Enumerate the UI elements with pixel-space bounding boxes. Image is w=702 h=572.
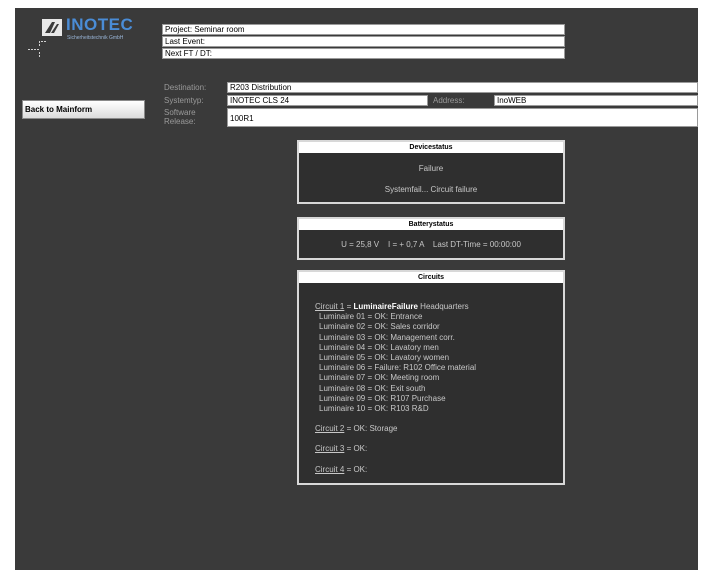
software-release-value: 100R1 <box>230 114 254 123</box>
circuit-1-location: Headquarters <box>417 302 469 311</box>
luminaire-list: Luminaire 01 = OK: Entrance Luminaire 02… <box>315 312 476 414</box>
logo-dots-graphic <box>28 41 46 57</box>
luminaire-row: Luminaire 02 = OK: Sales corridor <box>319 322 440 332</box>
circuit-4-link[interactable]: Circuit 4 <box>315 465 344 474</box>
luminaire-row: Luminaire 01 = OK: Entrance <box>319 312 423 322</box>
luminaire-row: Luminaire 04 = OK: Lavatory men <box>319 342 439 352</box>
circuit-2-link[interactable]: Circuit 2 <box>315 424 344 433</box>
circuit-3-link[interactable]: Circuit 3 <box>315 444 344 453</box>
project-field: Project: Seminar room <box>162 24 565 35</box>
device-status-text: Failure <box>418 164 444 173</box>
batterystatus-panel: Batterystatus U = 25,8 V I = + 0,7 A Las… <box>297 217 565 260</box>
brand-name: INOTEC <box>66 15 134 34</box>
destination-label: Destination: <box>164 83 207 92</box>
circuit-2-status: = OK: Storage <box>344 424 398 434</box>
software-release-field: 100R1 <box>227 108 698 127</box>
luminaire-row: Luminaire 09 = OK: R107 Purchase <box>319 393 446 403</box>
devicestatus-title: Devicestatus <box>299 142 563 153</box>
circuit-1-link[interactable]: Circuit 1 <box>315 302 344 311</box>
systemtyp-label: Systemtyp: <box>164 96 204 105</box>
release-label: Release: <box>164 117 196 126</box>
last-event-field: Last Event: <box>162 36 565 47</box>
systemtyp-field: INOTEC CLS 24 <box>227 95 428 106</box>
destination-field: R203 Distribution <box>227 82 698 93</box>
address-field: InoWEB <box>494 95 698 106</box>
device-status-detail: Systemfail... Circuit failure <box>384 185 478 194</box>
next-ft-field: Next FT / DT: <box>162 48 565 59</box>
back-to-mainform-button[interactable]: Back to Mainform <box>22 100 145 119</box>
circuit-2-row: Circuit 2 = OK: Storage <box>315 424 476 434</box>
batterystatus-title: Batterystatus <box>299 219 563 230</box>
circuits-list: Circuit 1 = LuminaireFailure Headquarter… <box>315 302 476 475</box>
luminaire-row: Luminaire 03 = OK: Management corr. <box>319 332 455 342</box>
luminaire-row: Luminaire 08 = OK: Exit south <box>319 383 426 393</box>
software-label: Software <box>164 108 196 117</box>
luminaire-row: Luminaire 05 = OK: Lavatory women <box>319 353 450 363</box>
luminaire-row: Luminaire 06 = Failure: R102 Office mate… <box>319 363 477 373</box>
circuits-title: Circuits <box>299 272 563 283</box>
circuit-1-status: LuminaireFailure <box>353 302 418 311</box>
circuit-4-status: = OK: <box>344 464 368 474</box>
luminaire-row: Luminaire 07 = OK: Meeting room <box>319 373 440 383</box>
circuit-3-row: Circuit 3 = OK: <box>315 444 476 454</box>
address-label: Address: <box>433 96 465 105</box>
inotec-logo-icon <box>42 19 62 36</box>
circuit-1-row: Circuit 1 = LuminaireFailure Headquarter… <box>315 302 476 312</box>
battery-values: U = 25,8 V I = + 0,7 A Last DT-Time = 00… <box>341 240 521 249</box>
circuits-panel: Circuits Circuit 1 = LuminaireFailure He… <box>297 270 565 485</box>
luminaire-row: Luminaire 10 = OK: R103 R&D <box>319 404 429 414</box>
circuit-4-row: Circuit 4 = OK: <box>315 465 476 475</box>
devicestatus-panel: Devicestatus Failure Systemfail... Circu… <box>297 140 565 204</box>
brand-subtitle: Sicherheitstechnik GmbH <box>67 35 124 41</box>
circuit-3-status: = OK: <box>344 444 368 454</box>
